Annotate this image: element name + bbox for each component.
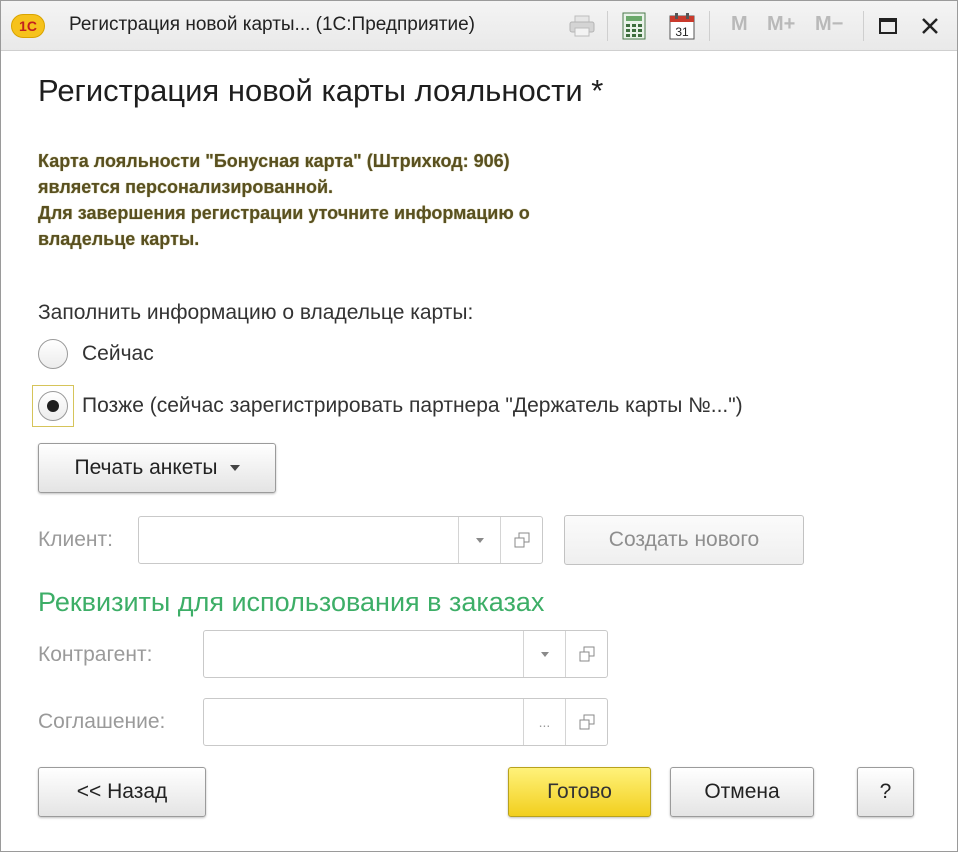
notice-message: Карта лояльности "Бонусная карта" (Штрих… bbox=[38, 148, 738, 252]
memory-minus-button[interactable]: M− bbox=[815, 13, 843, 36]
select-ellipsis-button[interactable]: ... bbox=[523, 699, 565, 745]
open-icon[interactable] bbox=[500, 517, 542, 563]
print-icon[interactable] bbox=[567, 11, 597, 41]
counterparty-input[interactable] bbox=[204, 631, 523, 677]
open-icon[interactable] bbox=[565, 699, 607, 745]
memory-button[interactable]: M bbox=[731, 13, 748, 36]
counterparty-label: Контрагент: bbox=[38, 643, 153, 666]
notice-line: владельце карты. bbox=[38, 229, 200, 249]
help-button[interactable]: ? bbox=[857, 767, 914, 817]
svg-text:31: 31 bbox=[675, 25, 689, 39]
agreement-label: Соглашение: bbox=[38, 710, 166, 733]
window-title: Регистрация новой карты... (1С:Предприят… bbox=[69, 14, 475, 35]
radio-label: Сейчас bbox=[82, 342, 154, 365]
counterparty-field[interactable] bbox=[203, 630, 608, 678]
toolbar-separator bbox=[607, 11, 608, 41]
client-field[interactable] bbox=[138, 516, 543, 564]
back-button[interactable]: << Назад bbox=[38, 767, 206, 817]
calendar-icon[interactable]: 31 bbox=[667, 11, 697, 41]
client-input[interactable] bbox=[139, 517, 458, 563]
radio-label: Позже (сейчас зарегистрировать партнера … bbox=[82, 394, 743, 417]
button-label: Печать анкеты bbox=[74, 456, 218, 479]
chevron-down-icon bbox=[229, 465, 240, 471]
radio-option-later[interactable]: Позже (сейчас зарегистрировать партнера … bbox=[32, 385, 743, 427]
radio-button[interactable] bbox=[38, 339, 68, 369]
notice-line: является персонализированной. bbox=[38, 177, 334, 197]
maximize-icon[interactable] bbox=[873, 11, 903, 41]
toolbar-separator bbox=[709, 11, 710, 41]
client-label: Клиент: bbox=[38, 528, 113, 551]
memory-plus-button[interactable]: M+ bbox=[767, 13, 795, 36]
form-heading: Регистрация новой карты лояльности * bbox=[38, 73, 604, 108]
open-icon[interactable] bbox=[565, 631, 607, 677]
app-logo[interactable]: 1С bbox=[11, 14, 45, 38]
create-new-button[interactable]: Создать нового bbox=[564, 515, 804, 565]
cancel-button[interactable]: Отмена bbox=[670, 767, 814, 817]
done-button[interactable]: Готово bbox=[508, 767, 651, 817]
agreement-input[interactable] bbox=[204, 699, 523, 745]
title-bar: 1С Регистрация новой карты... (1С:Предпр… bbox=[1, 1, 957, 51]
radio-selected-dot bbox=[47, 400, 59, 412]
radio-button[interactable] bbox=[38, 391, 68, 421]
radio-option-now[interactable]: Сейчас bbox=[38, 339, 154, 369]
section-title: Реквизиты для использования в заказах bbox=[38, 587, 545, 617]
agreement-field[interactable]: ... bbox=[203, 698, 608, 746]
dialog-window: 1С Регистрация новой карты... (1С:Предпр… bbox=[0, 0, 958, 852]
notice-line: Карта лояльности "Бонусная карта" (Штрих… bbox=[38, 151, 510, 171]
close-icon[interactable] bbox=[915, 11, 945, 41]
notice-line: Для завершения регистрации уточните инфо… bbox=[38, 203, 530, 223]
toolbar-separator bbox=[863, 11, 864, 41]
chevron-down-icon[interactable] bbox=[458, 517, 500, 563]
print-questionnaire-button[interactable]: Печать анкеты bbox=[38, 443, 276, 493]
radio-focus-frame bbox=[32, 385, 74, 427]
owner-info-label: Заполнить информацию о владельце карты: bbox=[38, 301, 474, 324]
chevron-down-icon[interactable] bbox=[523, 631, 565, 677]
calculator-icon[interactable] bbox=[619, 11, 649, 41]
